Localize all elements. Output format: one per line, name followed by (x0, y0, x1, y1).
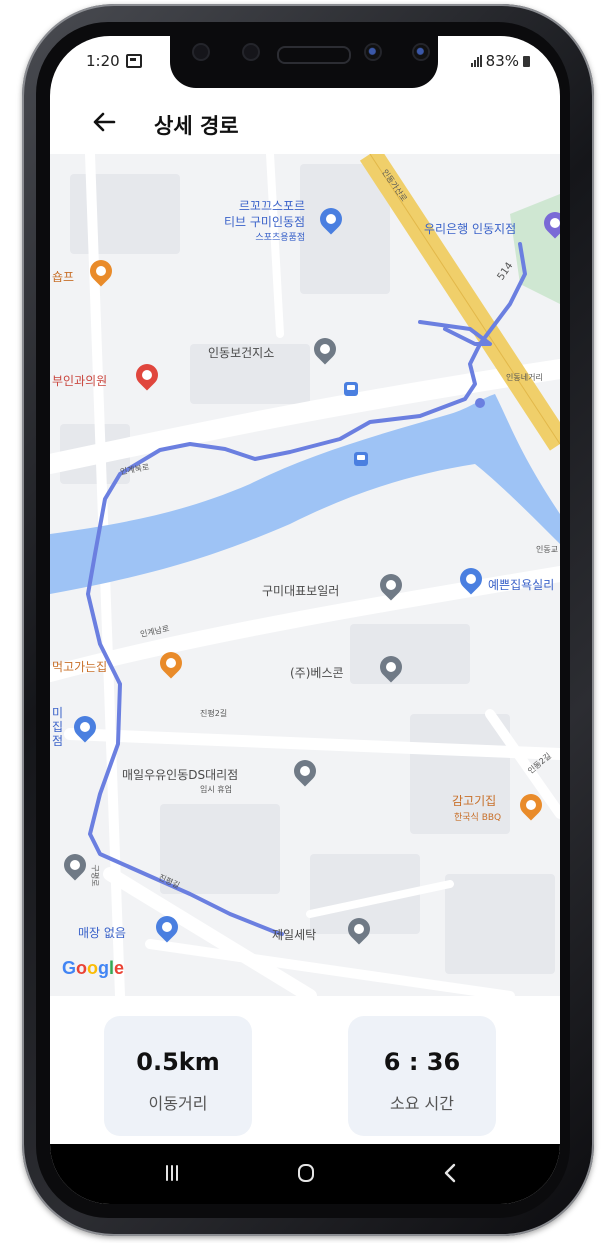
poi-milk-agency[interactable]: 매일우유인동DS대리점 (122, 766, 238, 783)
poi-bath-store[interactable]: 예쁜집욕실리 (488, 576, 554, 593)
poi-left-cut[interactable]: 미 집 점 (52, 706, 63, 748)
app-header (50, 96, 560, 156)
poi-shop-left[interactable]: 숍프 (52, 268, 74, 285)
poi-health-center[interactable]: 인동보건지소 (208, 344, 274, 361)
page-title: 상세 경로 (154, 114, 239, 138)
poi-label: 점 (52, 734, 64, 748)
poi-no-store[interactable]: 매장 없음 (78, 924, 126, 941)
poi-label: 미 (52, 706, 64, 720)
gallery-notification-icon (125, 54, 142, 68)
camera-notch (170, 36, 438, 88)
google-logo: Google (62, 958, 125, 978)
distance-value: 0.5km (136, 1048, 220, 1076)
sensor-icon (194, 45, 208, 59)
bus-stop-icon[interactable] (354, 452, 368, 466)
poi-sublabel: 스포츠용품점 (255, 233, 306, 243)
route-map[interactable]: 르꼬끄스포르 티브 구미인동점 스포츠용품점 우리은행 인동지점 숍프 인동보건… (50, 154, 560, 996)
poi-label: 티브 구미인동점 (224, 215, 306, 229)
poi-restaurant[interactable]: 먹고가는집 (52, 658, 107, 675)
duration-label: 소요 시간 (390, 1094, 454, 1113)
status-right: 83% (470, 52, 530, 70)
system-back-icon[interactable] (430, 1158, 470, 1188)
poi-bbq-sub: 한국식 BBQ (454, 813, 502, 823)
poi-bbq[interactable]: 감고기집 (452, 792, 496, 809)
recent-apps-icon[interactable] (152, 1158, 192, 1188)
distance-card: 0.5km 이동거리 (104, 1016, 252, 1136)
home-icon[interactable] (286, 1158, 326, 1188)
poi-label: 집 (52, 720, 64, 734)
signal-icon (470, 55, 482, 67)
bus-stop-icon[interactable] (344, 382, 358, 396)
poi-boiler[interactable]: 구미대표보일러 (262, 582, 339, 599)
poi-label: 르꼬끄스포르 (238, 199, 306, 213)
back-arrow-icon[interactable] (88, 106, 120, 138)
camera-lens-icon (414, 45, 428, 59)
system-nav-bar (50, 1144, 560, 1204)
battery-icon (523, 55, 530, 67)
poi-bank[interactable]: 우리은행 인동지점 (424, 220, 516, 237)
poi-sports-store[interactable]: 르꼬끄스포르 티브 구미인동점 스포츠용품점 (224, 198, 305, 246)
duration-card: 6 : 36 소요 시간 (348, 1016, 496, 1136)
sensor-icon (244, 45, 258, 59)
battery-percent: 83% (485, 52, 519, 70)
road-label-indong-crossing: 인동네거리 (506, 373, 543, 382)
poi-milk-agency-status: 임시 휴업 (200, 785, 232, 794)
speaker-grille (277, 46, 351, 64)
screen: 1:20 83% 상세 경로 르꼬끄스포르 티브 구미인동점 스포츠용품점 우리… (50, 36, 560, 1204)
poi-clinic[interactable]: 부인과의원 (52, 372, 107, 389)
road-label-jinpyeong: 진평2길 (200, 709, 228, 718)
route-summary: 0.5km 이동거리 6 : 36 소요 시간 (50, 996, 560, 1136)
distance-label: 이동거리 (148, 1094, 208, 1113)
duration-value: 6 : 36 (383, 1048, 461, 1076)
map-canvas (50, 154, 560, 996)
status-time-group: 1:20 (86, 52, 142, 70)
status-time: 1:20 (86, 52, 120, 70)
road-label-indong-right: 인동교 (536, 545, 559, 554)
poi-laundry[interactable]: 제일세탁 (272, 926, 316, 943)
camera-lens-icon (366, 45, 380, 59)
poi-besscon[interactable]: (주)베스콘 (290, 664, 344, 681)
road-label-vertical: 구평로 (90, 864, 100, 887)
